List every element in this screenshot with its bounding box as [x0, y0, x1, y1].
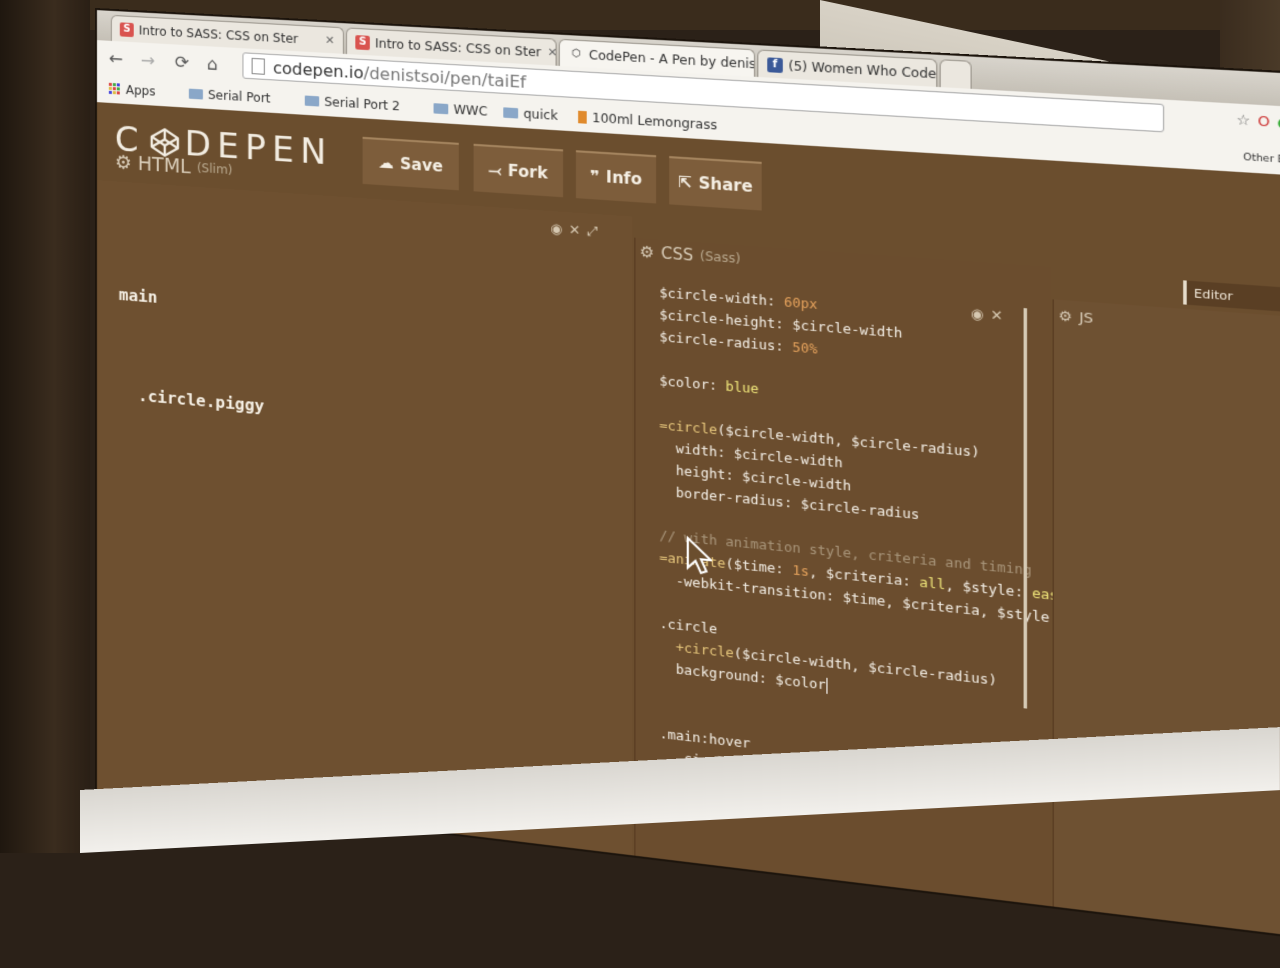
bookmark-lemongrass[interactable]: 100ml Lemongrass: [578, 110, 717, 133]
code-line: .circle.piggy: [119, 377, 265, 423]
close-icon[interactable]: ✕: [319, 33, 335, 47]
folder-icon: [434, 103, 449, 114]
tab-favicon: S: [120, 22, 134, 37]
share-button[interactable]: ⇱ Share: [669, 156, 761, 210]
share-label: Share: [698, 174, 752, 197]
collapse-icon[interactable]: ✕: [569, 223, 587, 240]
cloud-icon: ☁: [378, 153, 394, 172]
gear-icon[interactable]: ⚙: [1058, 308, 1072, 325]
gear-icon[interactable]: ⚙: [115, 151, 132, 174]
html-editor-pane: ⚙ HTML (Slim) ◉✕⤢ main .circle.piggy: [97, 180, 632, 855]
bookmark-wwc[interactable]: WWC: [434, 101, 488, 119]
preprocessor-label: (Slim): [197, 161, 233, 178]
fork-icon: ⤙: [489, 160, 502, 179]
bookmark-serial-port-2[interactable]: Serial Port 2: [305, 93, 400, 113]
bookmark-apps[interactable]: Apps: [109, 82, 156, 99]
folder-icon: [305, 95, 319, 106]
js-pane-title: ⚙ JS: [1058, 308, 1093, 327]
eye-icon[interactable]: ◉: [550, 221, 569, 238]
css-pane-title: ⚙ CSS (Sass): [640, 242, 741, 268]
back-icon[interactable]: ←: [109, 49, 123, 70]
bookmark-label: Apps: [126, 83, 156, 99]
save-button[interactable]: ☁ Save: [363, 137, 459, 191]
new-tab-button[interactable]: [940, 59, 972, 89]
home-icon[interactable]: ⌂: [207, 54, 218, 75]
editor-view-select[interactable]: Editor: [1183, 280, 1280, 313]
share-icon: ⇱: [678, 172, 692, 192]
quote-icon: ❞: [590, 167, 600, 186]
reload-icon[interactable]: ⟳: [175, 53, 189, 74]
tab-label: (5) Women Who Code HK: [788, 58, 937, 82]
toolbar-extensions: ☆ O ● ▭ ≡: [1236, 112, 1280, 134]
folder-icon: [189, 89, 203, 100]
expand-icon[interactable]: ⤢: [587, 224, 605, 241]
pane-title-text: HTML: [138, 153, 191, 179]
codepen-icon: ⬡: [568, 46, 583, 61]
bookmark-label: Serial Port 2: [324, 95, 400, 114]
info-button[interactable]: ❞ Info: [576, 150, 656, 203]
html-pane-controls: ◉✕⤢: [550, 221, 605, 240]
pane-title-text: JS: [1079, 310, 1093, 327]
apps-icon: [109, 83, 121, 96]
code-line: main: [119, 278, 265, 323]
forward-icon[interactable]: →: [141, 51, 155, 72]
html-code[interactable]: main .circle.piggy: [119, 212, 265, 490]
gear-icon[interactable]: ⚙: [640, 242, 655, 262]
bookmark-quick[interactable]: quick: [503, 105, 558, 123]
pane-title-text: CSS: [661, 244, 693, 265]
tab-label: Intro to SASS: CSS on Ster: [139, 23, 298, 46]
star-icon[interactable]: ☆: [1236, 112, 1250, 129]
facebook-icon: f: [767, 57, 783, 73]
url-path: /denistsoi/pen/taiEf: [364, 63, 526, 92]
room-wall-left: [0, 0, 90, 853]
fork-button[interactable]: ⤙ Fork: [474, 144, 563, 198]
bookmark-label: quick: [523, 106, 557, 123]
fork-label: Fork: [508, 161, 548, 182]
tab-label: Intro to SASS: CSS on Ster: [375, 36, 541, 60]
mouse-cursor-icon: [686, 536, 712, 576]
save-label: Save: [400, 155, 443, 176]
info-label: Info: [606, 168, 642, 189]
preprocessor-label: (Sass): [700, 249, 741, 267]
bookmark-favicon: [578, 111, 587, 124]
text-caret: [826, 678, 827, 694]
js-editor-pane: Editor ⚙ JS ⤢: [1053, 299, 1280, 942]
close-icon[interactable]: ✕: [541, 45, 557, 59]
bookmark-label: Serial Port: [208, 88, 271, 106]
url-host: codepen.io: [273, 58, 364, 83]
page-icon: [252, 58, 265, 75]
bookmark-label: WWC: [454, 102, 488, 118]
tab-favicon: S: [355, 35, 370, 50]
folder-icon: [503, 107, 518, 118]
bookmark-serial-port[interactable]: Serial Port: [189, 87, 271, 106]
opera-icon[interactable]: O: [1258, 114, 1270, 131]
scrollbar[interactable]: [1024, 308, 1027, 709]
other-bookmarks[interactable]: Other Bookmarks: [1243, 152, 1280, 169]
bookmark-label: 100ml Lemongrass: [592, 110, 717, 132]
tab-label: CodePen - A Pen by denis: [589, 47, 755, 71]
